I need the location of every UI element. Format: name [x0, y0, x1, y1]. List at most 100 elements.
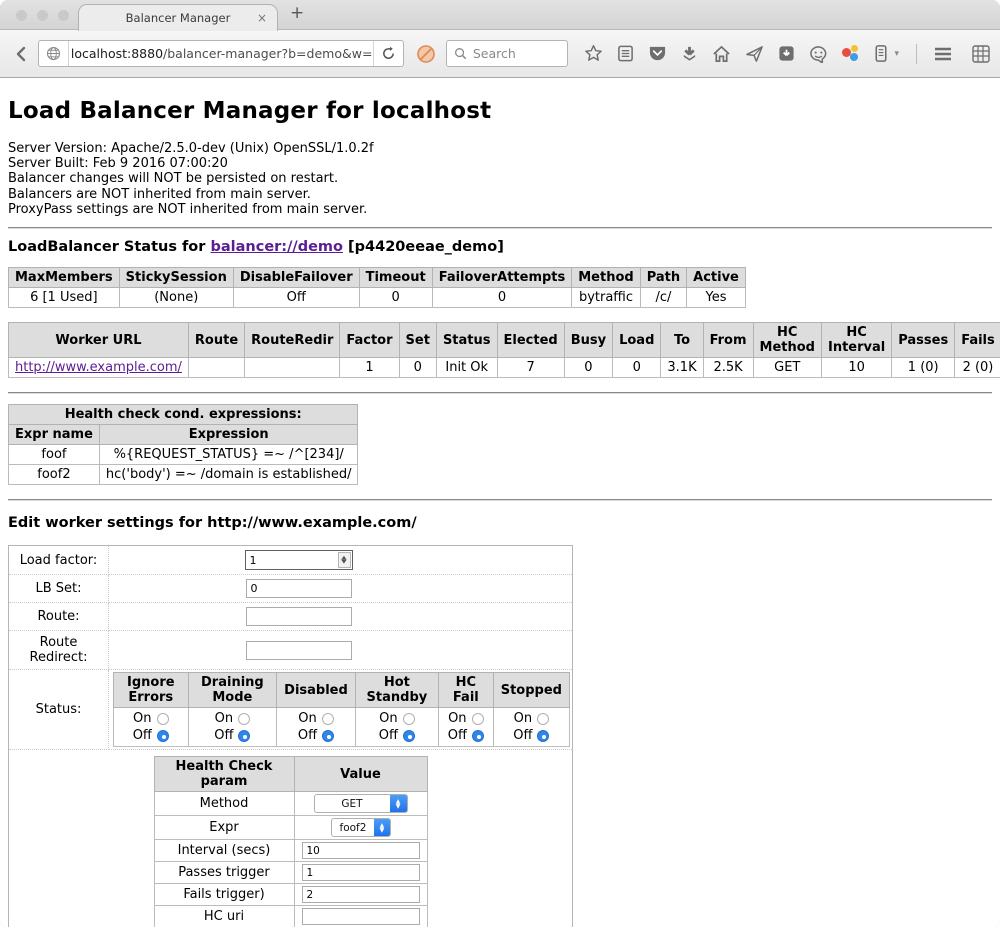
radio-off-hot-standby[interactable] — [403, 730, 415, 742]
radio-on-label: On — [215, 710, 233, 727]
hc-fails-label: Fails trigger) — [154, 884, 294, 906]
server-info: Server Version: Apache/2.5.0-dev (Unix) … — [8, 141, 992, 217]
radio-on-hot-standby[interactable] — [403, 713, 415, 725]
radio-off-disabled[interactable] — [322, 730, 334, 742]
reading-list-icon[interactable] — [617, 44, 634, 63]
globe-icon[interactable] — [39, 41, 68, 66]
table-row: foof2 hc('body') =~ /domain is establish… — [9, 465, 358, 485]
zoom-window-button[interactable] — [58, 10, 69, 21]
route-redirect-input[interactable] — [246, 641, 352, 660]
edit-worker-heading: Edit worker settings for http://www.exam… — [8, 515, 992, 531]
radio-off-label: Off — [513, 727, 532, 744]
route-redirect-cell — [109, 631, 573, 670]
table-row: HC uri — [154, 906, 427, 927]
cell-expr-name: foof — [9, 445, 100, 465]
balancer-demo-link[interactable]: balancer://demo — [210, 239, 343, 255]
divider — [8, 499, 992, 501]
hc-uri-input[interactable] — [302, 908, 420, 925]
column-header: Expression — [99, 425, 358, 445]
pocket-icon[interactable] — [648, 45, 667, 63]
radio-off-stopped[interactable] — [537, 730, 549, 742]
worker-url-link[interactable]: http://www.example.com/ — [15, 360, 182, 375]
cell-failoverattempts: 0 — [432, 288, 572, 308]
cell-method: bytraffic — [572, 288, 640, 308]
server-version: Server Version: Apache/2.5.0-dev (Unix) … — [8, 141, 992, 156]
status-radio-table: Ignore Errors Draining Mode Disabled Hot… — [113, 672, 570, 747]
radio-off-ignore-errors[interactable] — [157, 730, 169, 742]
cell-factor: 1 — [340, 358, 399, 378]
health-check-cell: Health Check param Value Method GET ▲▼ — [9, 750, 573, 927]
hc-interval-label: Interval (secs) — [154, 840, 294, 862]
lb-set-input[interactable] — [246, 579, 352, 598]
status-label: Status: — [9, 670, 109, 750]
tab-balancer-manager[interactable]: Balancer Manager × — [78, 4, 278, 31]
url-domain: localhost:8880 — [71, 46, 163, 61]
window-controls[interactable] — [16, 10, 69, 21]
dropdown-caret-icon[interactable]: ▾ — [894, 49, 899, 59]
grid-icon[interactable] — [972, 45, 990, 63]
hc-method-value: GET — [315, 798, 390, 810]
route-input[interactable] — [246, 607, 352, 626]
device-icon[interactable] — [874, 44, 888, 63]
radio-on-ignore-errors[interactable] — [157, 713, 169, 725]
column-header: Timeout — [359, 268, 432, 288]
table-header-row: MaxMembers StickySession DisableFailover… — [9, 268, 746, 288]
browser-window: Balancer Manager × + localhost:8880/bala… — [0, 0, 1000, 927]
health-check-table: Health Check param Value Method GET ▲▼ — [154, 756, 428, 927]
stepper-icon[interactable]: ▲▼ — [338, 552, 351, 568]
radio-on-label: On — [514, 710, 532, 727]
blocked-content-icon[interactable] — [416, 44, 436, 64]
hc-passes-input[interactable] — [302, 864, 420, 881]
column-header: HC Interval — [821, 323, 891, 358]
minimize-window-button[interactable] — [37, 10, 48, 21]
menu-icon[interactable] — [934, 47, 952, 61]
lb-set-cell — [109, 575, 573, 603]
radio-on-stopped[interactable] — [537, 713, 549, 725]
download-icon[interactable] — [681, 45, 698, 63]
colorful-dots-icon[interactable] — [842, 45, 860, 63]
hc-uri-label: HC uri — [154, 906, 294, 927]
send-icon[interactable] — [745, 45, 764, 63]
cell-active: Yes — [687, 288, 746, 308]
column-header: Passes — [892, 323, 955, 358]
url-bar[interactable]: localhost:8880/balancer-manager?b=demo&w… — [38, 40, 404, 67]
hc-method-select[interactable]: GET ▲▼ — [314, 794, 408, 813]
divider — [8, 227, 992, 229]
column-header: MaxMembers — [9, 268, 120, 288]
hc-interval-input[interactable] — [302, 842, 420, 859]
radio-on-draining-mode[interactable] — [238, 713, 250, 725]
hc-expr-select[interactable]: foof2 ▲▼ — [331, 818, 391, 837]
close-window-button[interactable] — [16, 10, 27, 21]
reload-icon[interactable] — [374, 41, 403, 66]
search-input[interactable]: Search — [446, 40, 569, 67]
home-icon[interactable] — [712, 45, 731, 63]
hc-fails-input[interactable] — [302, 886, 420, 903]
column-header: Draining Mode — [188, 673, 277, 708]
bookmark-star-icon[interactable] — [584, 44, 603, 63]
load-factor-cell: ▲▼ — [109, 546, 573, 575]
load-factor-input[interactable] — [246, 553, 338, 568]
new-tab-button[interactable]: + — [290, 3, 304, 23]
column-header: Disabled — [277, 673, 356, 708]
toolbar-separator — [916, 44, 917, 64]
table-row: 6 [1 Used] (None) Off 0 0 bytraffic /c/ … — [9, 288, 746, 308]
table-row: http://www.example.com/ 1 0 Init Ok 7 0 … — [9, 358, 1000, 378]
status-hc-fail: On Off — [438, 708, 493, 747]
radio-off-draining-mode[interactable] — [238, 730, 250, 742]
chat-smiley-icon[interactable] — [809, 45, 828, 63]
hc-passes-label: Passes trigger — [154, 862, 294, 884]
url-text[interactable]: localhost:8880/balancer-manager?b=demo&w… — [69, 46, 373, 61]
server-built: Server Built: Feb 9 2016 07:00:20 — [8, 156, 992, 171]
radio-on-label: On — [448, 710, 466, 727]
column-header: Fails — [955, 323, 1000, 358]
cell-expr-name: foof2 — [9, 465, 100, 485]
close-tab-icon[interactable]: × — [257, 11, 267, 25]
radio-off-hc-fail[interactable] — [472, 730, 484, 742]
hc-fails-cell — [294, 884, 427, 906]
hc-uri-cell — [294, 906, 427, 927]
radio-on-disabled[interactable] — [322, 713, 334, 725]
radio-on-hc-fail[interactable] — [472, 713, 484, 725]
tab-title: Balancer Manager — [126, 11, 231, 25]
back-icon[interactable] — [10, 41, 34, 67]
panel-download-icon[interactable] — [778, 45, 795, 62]
